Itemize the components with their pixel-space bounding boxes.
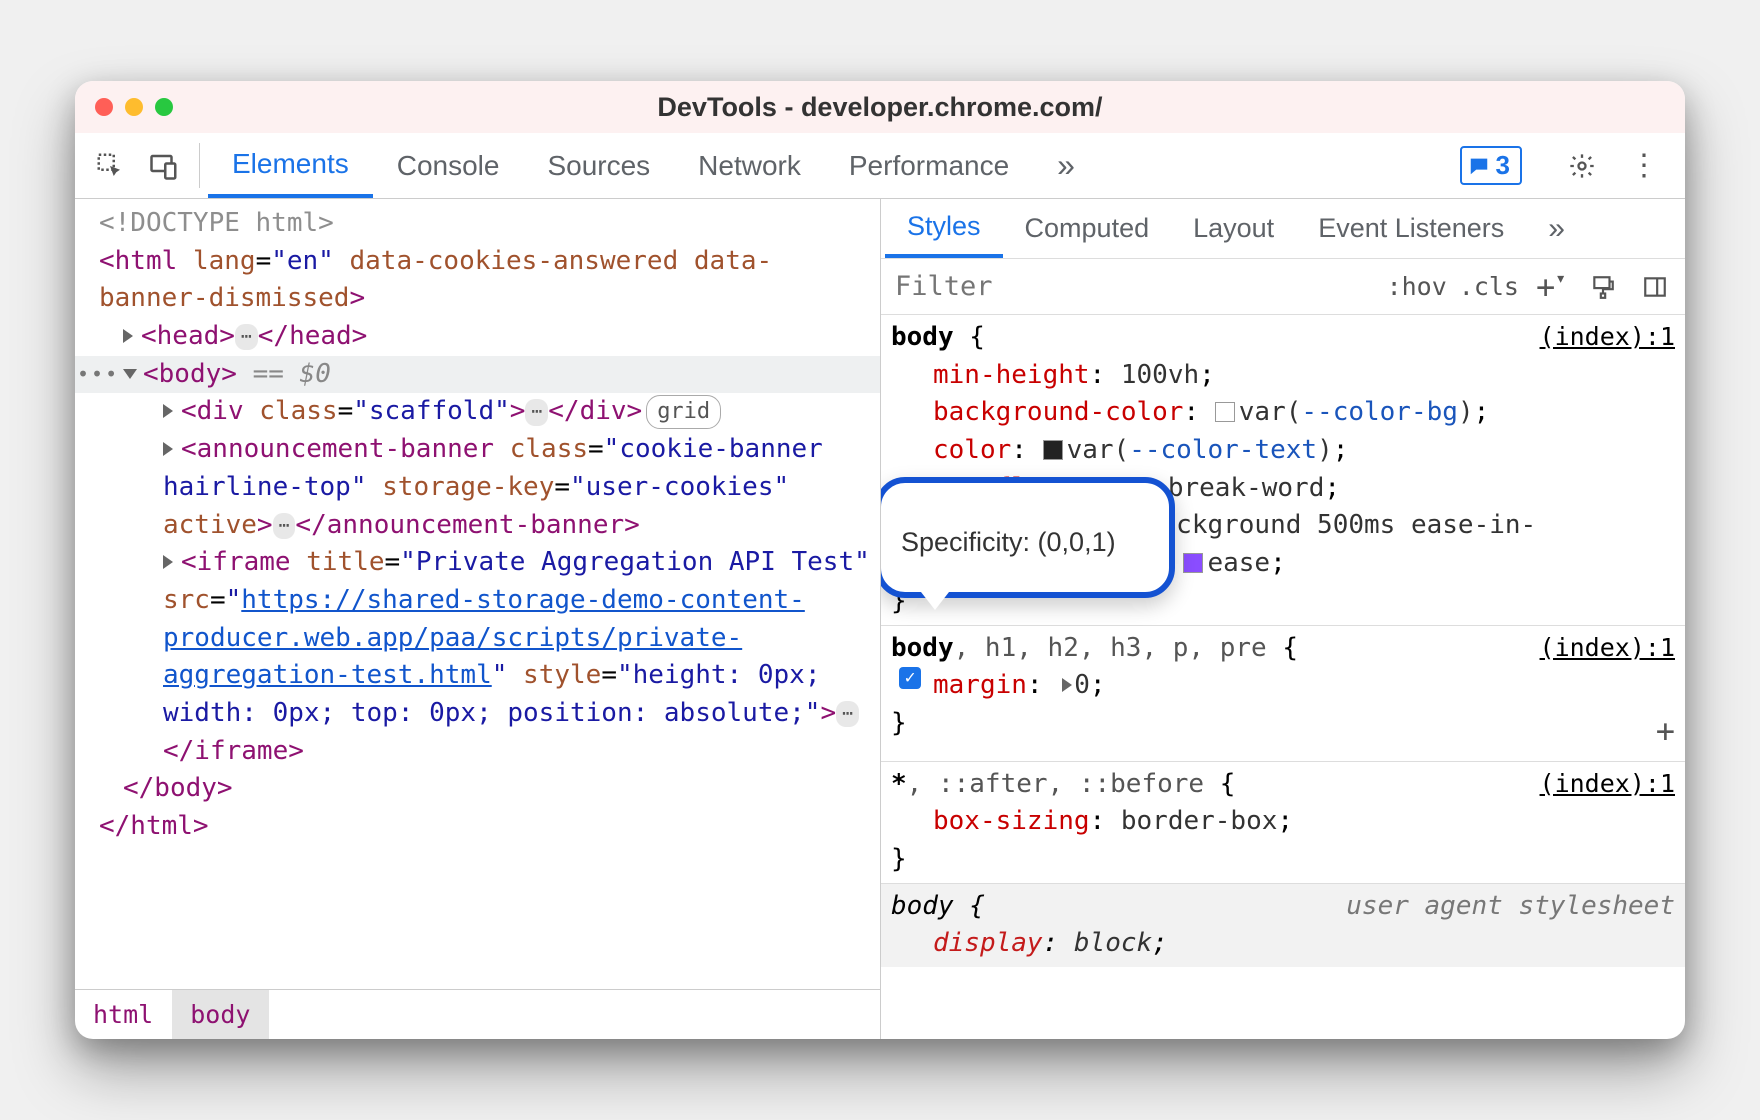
hov-toggle[interactable]: :hov xyxy=(1387,272,1447,301)
issues-badge[interactable]: 3 xyxy=(1460,146,1522,185)
grid-badge[interactable]: grid xyxy=(646,395,721,429)
ellipsis-icon[interactable]: ⋯ xyxy=(273,513,296,539)
ua-stylesheet-label: user agent stylesheet xyxy=(1346,888,1675,926)
add-declaration-icon[interactable]: + xyxy=(1656,708,1675,754)
dom-doctype[interactable]: <!DOCTYPE html> xyxy=(75,205,880,243)
selection-dots-icon: ••• xyxy=(77,360,119,389)
tab-elements[interactable]: Elements xyxy=(208,133,373,198)
tabs-overflow[interactable]: » xyxy=(1033,133,1099,198)
breadcrumb-trail: html body xyxy=(75,989,880,1039)
css-rule[interactable]: (index):1 *, ::after, ::before { box-siz… xyxy=(881,762,1685,884)
dom-scaffold[interactable]: <div class="scaffold">⋯</div>grid xyxy=(75,393,880,431)
tab-sources[interactable]: Sources xyxy=(523,133,674,198)
elements-panel: <!DOCTYPE html> <html lang="en" data-coo… xyxy=(75,199,880,1039)
crumb-html[interactable]: html xyxy=(75,990,172,1039)
device-toolbar-icon[interactable] xyxy=(137,133,191,198)
settings-icon[interactable] xyxy=(1555,152,1609,180)
expand-icon[interactable] xyxy=(163,555,173,569)
styles-panel: Styles Computed Layout Event Listeners »… xyxy=(880,199,1685,1039)
crumb-body[interactable]: body xyxy=(172,990,269,1039)
devtools-window: DevTools - developer.chrome.com/ Element… xyxy=(75,81,1685,1039)
tab-console[interactable]: Console xyxy=(373,133,524,198)
new-rule-icon[interactable]: +▾ xyxy=(1531,268,1571,306)
toggle-sidebar-icon[interactable] xyxy=(1635,274,1675,300)
more-options-icon[interactable]: ⋮ xyxy=(1617,148,1671,183)
styles-rules: Specificity: (0,0,1) (index):1 body { mi… xyxy=(881,315,1685,1039)
main-content: <!DOCTYPE html> <html lang="en" data-coo… xyxy=(75,199,1685,1039)
expand-shorthand-icon[interactable] xyxy=(1062,678,1072,692)
toolbar-right: 3 ⋮ xyxy=(1460,133,1677,198)
dom-html-open[interactable]: <html lang="en" data-cookies-answered da… xyxy=(75,243,880,318)
rule-selector[interactable]: *, ::after, ::before xyxy=(891,769,1204,799)
filter-input[interactable] xyxy=(891,267,1375,306)
css-rule[interactable]: (index):1 body, h1, h2, h3, p, pre { ✓ m… xyxy=(881,626,1685,762)
separator xyxy=(199,143,200,188)
subtab-event-listeners[interactable]: Event Listeners xyxy=(1296,199,1526,258)
main-toolbar: Elements Console Sources Network Perform… xyxy=(75,133,1685,199)
easing-swatch-icon[interactable] xyxy=(1183,553,1203,573)
color-swatch-icon[interactable] xyxy=(1043,440,1063,460)
color-swatch-icon[interactable] xyxy=(1215,402,1235,422)
dom-body-close[interactable]: </body> xyxy=(75,770,880,808)
css-declaration: display: block; xyxy=(891,925,1675,963)
subtab-computed[interactable]: Computed xyxy=(1003,199,1172,258)
inspect-element-icon[interactable] xyxy=(83,133,137,198)
rule-source-link[interactable]: (index):1 xyxy=(1540,319,1675,355)
subtab-layout[interactable]: Layout xyxy=(1171,199,1296,258)
expand-icon[interactable] xyxy=(163,404,173,418)
expand-icon[interactable] xyxy=(123,329,133,343)
styles-subtabs: Styles Computed Layout Event Listeners » xyxy=(881,199,1685,259)
rule-source-link[interactable]: (index):1 xyxy=(1540,630,1675,666)
css-declaration[interactable]: min-height: 100vh; xyxy=(891,357,1675,395)
subtabs-overflow[interactable]: » xyxy=(1526,199,1587,258)
declaration-checkbox[interactable]: ✓ xyxy=(899,667,921,689)
ellipsis-icon[interactable]: ⋯ xyxy=(525,399,548,425)
rule-source-link[interactable]: (index):1 xyxy=(1540,766,1675,802)
paint-icon[interactable] xyxy=(1583,274,1623,300)
rule-selector[interactable]: body xyxy=(891,322,954,352)
dom-tree[interactable]: <!DOCTYPE html> <html lang="en" data-coo… xyxy=(75,199,880,989)
dom-head[interactable]: <head>⋯</head> xyxy=(75,318,880,356)
window-title: DevTools - developer.chrome.com/ xyxy=(75,92,1685,123)
ellipsis-icon[interactable]: ⋯ xyxy=(836,701,859,727)
css-declaration[interactable]: box-sizing: border-box; xyxy=(891,803,1675,841)
ellipsis-icon[interactable]: ⋯ xyxy=(235,324,258,350)
chat-icon xyxy=(1468,155,1490,177)
subtab-styles[interactable]: Styles xyxy=(885,199,1003,258)
specificity-tooltip: Specificity: (0,0,1) xyxy=(881,477,1175,598)
tab-performance[interactable]: Performance xyxy=(825,133,1033,198)
dom-iframe[interactable]: <iframe title="Private Aggregation API T… xyxy=(75,544,880,770)
dom-html-close[interactable]: </html> xyxy=(75,808,880,846)
user-agent-rule: user agent stylesheet body { display: bl… xyxy=(881,884,1685,967)
collapse-icon[interactable] xyxy=(123,369,137,379)
styles-filterbar: :hov .cls +▾ xyxy=(881,259,1685,315)
dom-body-selected[interactable]: ••• <body> == $0 xyxy=(75,356,880,394)
issues-count: 3 xyxy=(1496,150,1510,181)
css-declaration[interactable]: background-color: var(--color-bg); xyxy=(891,394,1675,432)
css-declaration[interactable]: color: var(--color-text); xyxy=(891,432,1675,470)
expand-icon[interactable] xyxy=(163,442,173,456)
css-declaration[interactable]: ✓ margin: 0; xyxy=(891,667,1675,705)
tab-network[interactable]: Network xyxy=(674,133,825,198)
titlebar: DevTools - developer.chrome.com/ xyxy=(75,81,1685,133)
cls-toggle[interactable]: .cls xyxy=(1459,272,1519,301)
dom-announcement-banner[interactable]: <announcement-banner class="cookie-banne… xyxy=(75,431,880,544)
rule-selector[interactable]: body, h1, h2, h3, p, pre xyxy=(891,633,1267,663)
rule-selector: body xyxy=(891,891,954,921)
panel-tabs: Elements Console Sources Network Perform… xyxy=(208,133,1460,198)
